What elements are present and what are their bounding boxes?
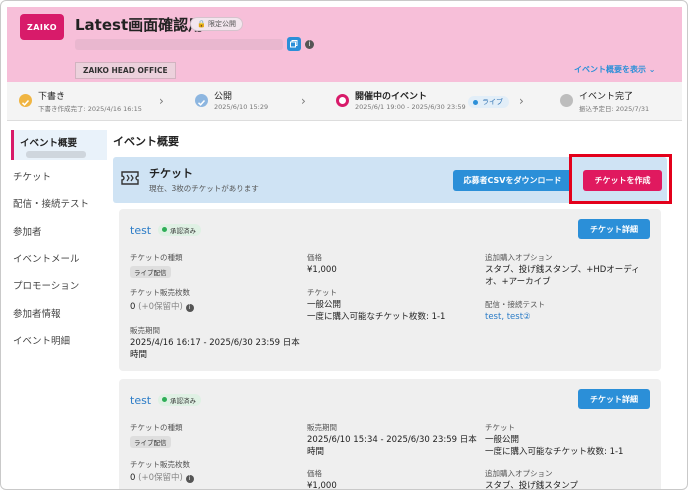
sidebar-item-tickets[interactable]: チケット [13, 169, 107, 183]
current-step-icon [336, 94, 349, 107]
info-icon[interactable]: i [305, 40, 314, 49]
app-window: ZAIKO Latest画面確認用 🔒 限定公開 i ZAIKO HEAD OF… [0, 0, 688, 490]
sidebar-item-stream-test[interactable]: 配信・接続テスト [13, 196, 107, 210]
status-badge: 承認済み [158, 224, 201, 236]
sidebar-item-event-mail[interactable]: イベントメール [13, 251, 107, 265]
page-title: イベント概要 [113, 135, 179, 148]
ticket-detail-button[interactable]: チケット詳細 [578, 389, 650, 409]
event-status-steps: 下書き 下書き作成完了: 2025/4/16 16:15 › 公開 2025/6… [7, 82, 682, 121]
organization-tag: ZAIKO HEAD OFFICE [75, 62, 176, 79]
sidebar-subtext-blurred [26, 151, 86, 158]
show-summary-link[interactable]: イベント概要を表示 ⌄ [574, 64, 656, 75]
status-badge: 承認済み [158, 394, 201, 406]
download-csv-button[interactable]: 応募者CSVをダウンロード [453, 170, 572, 191]
ticket-name-link[interactable]: test [130, 394, 151, 407]
ticket-detail-button[interactable]: チケット詳細 [578, 219, 650, 239]
check-icon [19, 94, 32, 107]
stream-test-links[interactable]: test, test② [485, 311, 531, 323]
sidebar-item-attendee-info[interactable]: 参加者情報 [13, 306, 107, 320]
highlight-box [569, 154, 672, 204]
sidebar-item-attendees[interactable]: 参加者 [13, 224, 107, 238]
pending-step-icon [560, 94, 573, 107]
info-icon[interactable]: i [185, 304, 194, 312]
sold-count: 0 (+0保留中) i [130, 301, 194, 313]
sidebar: イベント概要 チケット 配信・接続テスト 参加者 イベントメール プロモーション… [7, 121, 107, 489]
check-icon [195, 94, 208, 107]
price-value: ¥1,000 [307, 265, 337, 275]
sidebar-item-promotion[interactable]: プロモーション [13, 278, 107, 292]
ticket-type-chip: ライブ配信 [130, 436, 171, 448]
sold-count: 0 (+0保留中) i [130, 472, 194, 484]
info-icon[interactable]: i [185, 475, 194, 483]
ticket-name-link[interactable]: test [130, 224, 151, 237]
ticket-count-text: 現在、3枚のチケットがあります [149, 184, 259, 193]
chevron-right-icon: › [519, 94, 524, 108]
ticket-type-chip: ライブ配信 [130, 266, 171, 278]
event-title: Latest画面確認用 [75, 16, 204, 34]
copy-icon[interactable] [287, 37, 301, 51]
chevron-right-icon: › [159, 94, 164, 108]
event-header: ZAIKO Latest画面確認用 🔒 限定公開 i ZAIKO HEAD OF… [7, 7, 682, 82]
zaiko-logo: ZAIKO [20, 14, 64, 40]
sidebar-item-event-overview[interactable]: イベント概要 [11, 130, 107, 160]
ticket-section-title: チケット [149, 167, 193, 180]
chevron-right-icon: › [301, 94, 306, 108]
ticket-card: test 承認済み チケット詳細 チケットの種類 ライブ配信 チケット販売枚数 … [119, 379, 661, 490]
ticket-card: test 承認済み チケット詳細 チケットの種類 ライブ配信 チケット販売枚数 … [119, 209, 661, 371]
ticket-icon [121, 170, 139, 190]
sidebar-item-event-statement[interactable]: イベント明細 [13, 333, 107, 347]
live-badge: ライブ [468, 96, 509, 108]
event-url-blurred [75, 39, 283, 50]
limited-publish-badge: 🔒 限定公開 [190, 17, 243, 31]
price-value: ¥1,000 [307, 481, 337, 490]
